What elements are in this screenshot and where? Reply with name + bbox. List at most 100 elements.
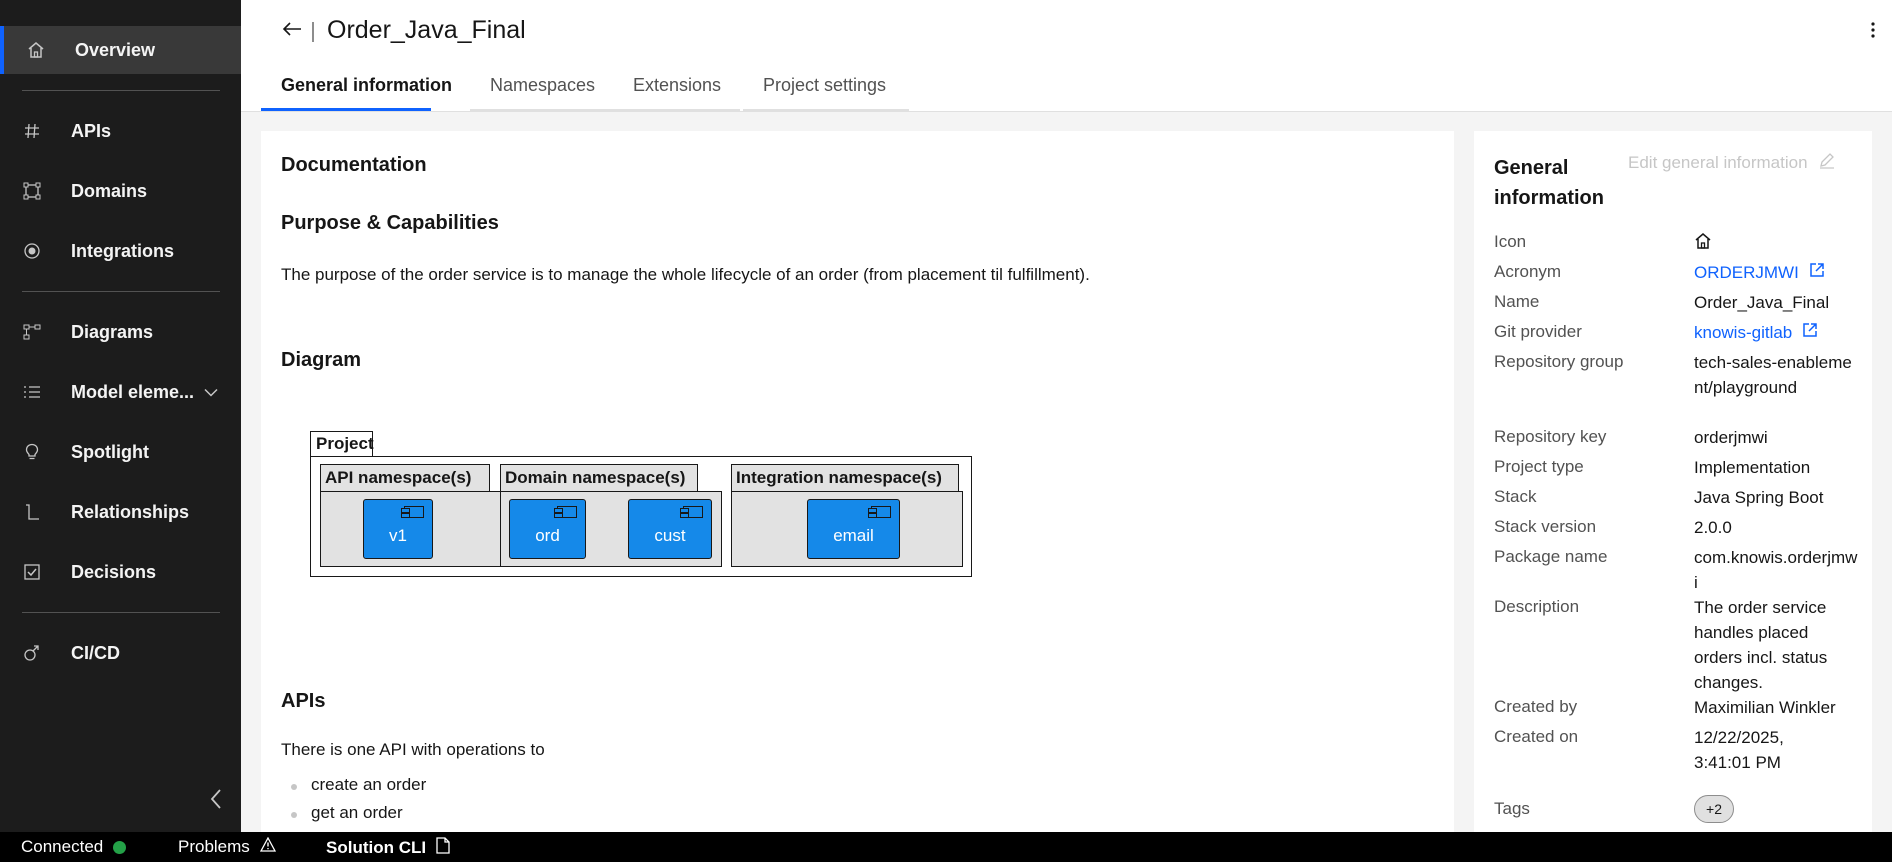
lightbulb-icon (22, 442, 42, 462)
launch-icon (1802, 320, 1818, 345)
chevron-down-icon (204, 382, 218, 403)
domain-namespace-label: Domain namespace(s) (500, 464, 698, 492)
stack-version-label: Stack version (1494, 517, 1597, 536)
tab-project-settings[interactable]: Project settings (743, 65, 909, 111)
tab-namespaces[interactable]: Namespaces (470, 65, 614, 111)
sidebar-item-label: Model eleme... (71, 381, 195, 402)
git-provider-link[interactable]: knowis-gitlab (1694, 320, 1859, 345)
component-v1[interactable]: v1 (363, 499, 433, 559)
list-item: get an order (291, 803, 403, 822)
warning-icon (259, 836, 276, 857)
chevron-left-icon (210, 788, 222, 814)
sidebar-item-overview[interactable]: Overview (0, 26, 241, 74)
component-email[interactable]: email (807, 499, 900, 559)
page-header: Order_Java_Final General information Nam… (241, 0, 1892, 112)
pencil-icon (1818, 151, 1836, 174)
icon-label: Icon (1494, 232, 1527, 251)
api-namespace-label: API namespace(s) (320, 464, 490, 492)
documentation-panel: Documentation Purpose & Capabilities The… (261, 131, 1454, 832)
integration-namespace-label: Integration namespace(s) (731, 464, 959, 492)
edit-label: Edit general information (1628, 152, 1808, 172)
diagram-icon (22, 322, 42, 342)
sidebar-item-decisions[interactable]: Decisions (0, 548, 241, 596)
kebab-icon (1871, 21, 1875, 43)
repository-key-label: Repository key (1494, 427, 1607, 446)
created-by-value: Maximilian Winkler (1694, 698, 1836, 717)
home-icon (1694, 233, 1712, 254)
stack-label: Stack (1494, 487, 1537, 506)
component-label: ord (535, 526, 560, 545)
project-diagram: Project API namespace(s) Domain namespac… (310, 431, 980, 591)
solution-cli-button[interactable]: Solution CLI (326, 837, 450, 859)
description-value: The order service handles placed orders … (1694, 598, 1828, 692)
acronym-link[interactable]: ORDERJMWI (1694, 260, 1859, 285)
tab-general-information[interactable]: General information (261, 65, 452, 111)
title-divider (312, 22, 314, 42)
hashtag-icon (22, 121, 42, 141)
sidebar-item-relationships[interactable]: Relationships (0, 488, 241, 536)
sidebar-item-label: Integrations (71, 240, 175, 261)
sidebar-item-label: Diagrams (71, 321, 154, 342)
checkbox-icon (22, 562, 42, 582)
package-name-value: com.knowis.orderjmwi (1694, 548, 1858, 592)
problems-label: Problems (178, 837, 250, 856)
purpose-heading: Purpose & Capabilities (281, 212, 499, 234)
component-icon (868, 506, 891, 518)
sidebar-item-label: Decisions (71, 561, 157, 582)
created-on-value: 12/22/2025, 3:41:01 PM (1694, 728, 1784, 772)
solution-cli-label: Solution CLI (326, 838, 427, 857)
sidebar-item-label: Overview (75, 39, 156, 60)
sidebar-item-apis[interactable]: APIs (0, 107, 241, 155)
git-provider-value: knowis-gitlab (1694, 323, 1793, 342)
sidebar-item-label: Relationships (71, 501, 190, 522)
connection-label: Connected (21, 837, 104, 856)
component-ord[interactable]: ord (509, 499, 586, 559)
sidebar-item-domains[interactable]: Domains (0, 167, 241, 215)
sidebar-item-integrations[interactable]: Integrations (0, 227, 241, 275)
arrow-left-icon (282, 21, 302, 42)
sidebar-item-spotlight[interactable]: Spotlight (0, 428, 241, 476)
component-icon (554, 506, 577, 518)
component-label: cust (654, 526, 686, 545)
project-type-value: Implementation (1694, 458, 1811, 477)
tags-label: Tags (1494, 799, 1530, 818)
component-label: v1 (389, 526, 407, 545)
page-title: Order_Java_Final (327, 16, 526, 44)
list-icon (22, 382, 42, 402)
project-package-label: Project (310, 431, 374, 457)
component-cust[interactable]: cust (628, 499, 712, 559)
sidebar-item-model-elements[interactable]: Model eleme... (0, 368, 241, 416)
panel-title: General information (1494, 157, 1604, 209)
component-icon (680, 506, 703, 518)
edit-general-information-button[interactable]: Edit general information (1628, 151, 1836, 174)
sidebar-item-label: Spotlight (71, 441, 149, 462)
project-type-label: Project type (1494, 457, 1584, 476)
status-bar: Connected Problems Solution CLI (0, 832, 1892, 862)
sidebar-divider (22, 90, 220, 91)
launch-icon (1809, 260, 1825, 285)
back-button[interactable] (279, 18, 305, 44)
sidebar-item-label: CI/CD (71, 642, 120, 663)
package-name-label: Package name (1494, 547, 1608, 566)
sidebar-item-diagrams[interactable]: Diagrams (0, 308, 241, 356)
tags-more-badge[interactable]: +2 (1694, 795, 1734, 823)
document-icon (436, 837, 450, 859)
diagram-heading: Diagram (281, 349, 362, 371)
stack-value: Java Spring Boot (1694, 488, 1824, 507)
collapse-sidebar-button[interactable] (206, 788, 226, 814)
connection-status[interactable]: Connected (21, 837, 127, 857)
tab-extensions[interactable]: Extensions (613, 65, 740, 111)
repository-key-value: orderjmwi (1694, 428, 1768, 447)
git-provider-label: Git provider (1494, 322, 1582, 341)
problems-button[interactable]: Problems (178, 836, 276, 857)
acronym-label: Acronym (1494, 262, 1562, 281)
cicd-icon (22, 643, 42, 663)
domain-icon (22, 181, 42, 201)
created-by-label: Created by (1494, 697, 1578, 716)
connected-indicator-icon (113, 840, 127, 854)
name-value: Order_Java_Final (1694, 293, 1830, 312)
acronym-value: ORDERJMWI (1694, 263, 1799, 282)
documentation-heading: Documentation (281, 154, 427, 176)
overflow-menu-button[interactable] (1861, 20, 1885, 44)
sidebar-item-cicd[interactable]: CI/CD (0, 629, 241, 677)
